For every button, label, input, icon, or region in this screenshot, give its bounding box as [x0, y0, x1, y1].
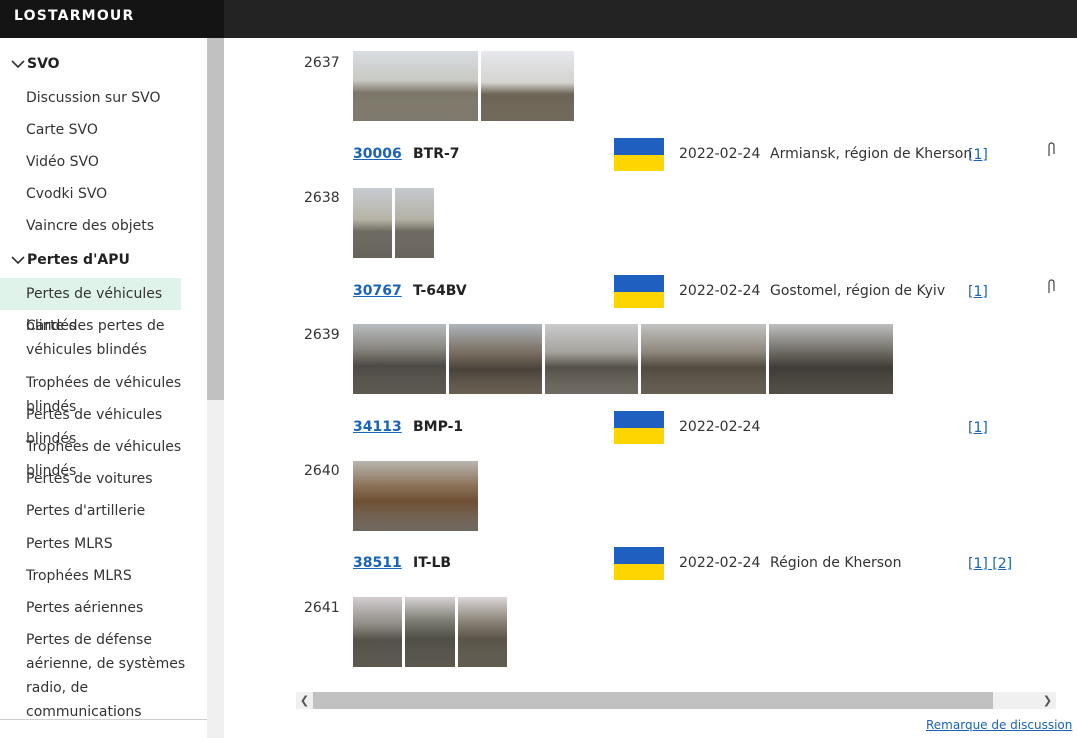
- loss-photo[interactable]: [641, 324, 766, 394]
- sidebar: SVO Discussion sur SVO Carte SVO Vidéo S…: [0, 38, 224, 738]
- loss-photo[interactable]: [481, 51, 574, 121]
- loss-location: Région de Kherson: [770, 555, 902, 571]
- vehicle-type: IT-LB: [413, 555, 452, 571]
- entry-id-link[interactable]: 34113: [353, 419, 402, 435]
- sidebar-item-air-losses[interactable]: Pertes aériennes: [26, 596, 207, 620]
- sidebar-item-svo-discussion[interactable]: Discussion sur SVO: [26, 86, 207, 110]
- chevron-down-icon: [11, 256, 25, 265]
- section-label: Pertes d'APU: [27, 252, 130, 268]
- entry-id-link[interactable]: 30767: [353, 283, 402, 299]
- row-number: 2641: [304, 600, 340, 616]
- loss-location: Armiansk, région de Kherson: [770, 146, 973, 162]
- scroll-right-icon[interactable]: ❯: [1039, 692, 1056, 709]
- loss-photo[interactable]: [405, 597, 455, 667]
- row-number: 2639: [304, 327, 340, 343]
- loss-photo[interactable]: [353, 51, 478, 121]
- vehicle-type: BMP-1: [413, 419, 464, 435]
- source-links[interactable]: [1]: [968, 420, 988, 436]
- loss-entry: 38511 IT-LB 2022-02-24 Région de Kherson…: [224, 547, 1077, 581]
- sidebar-item-armor-losses-active[interactable]: Pertes de véhicules blindés: [0, 278, 181, 334]
- loss-entry: 30006 BTR-7 2022-02-24 Armiansk, région …: [224, 138, 1077, 172]
- row-number: 2640: [304, 463, 340, 479]
- sidebar-section-svo[interactable]: SVO: [10, 56, 60, 72]
- sidebar-item-car-losses[interactable]: Pertes de voitures: [26, 467, 207, 491]
- loss-date: 2022-02-24: [679, 419, 761, 435]
- row-number: 2637: [304, 55, 340, 71]
- site-logo[interactable]: LOSTARMOUR: [14, 8, 134, 24]
- loss-photo[interactable]: [458, 597, 507, 667]
- section-label: SVO: [27, 56, 60, 72]
- sidebar-item-svo-svodki[interactable]: Cvodki SVO: [26, 182, 207, 206]
- photo-strip: [353, 461, 478, 531]
- sidebar-scrollbar-thumb[interactable]: [207, 38, 224, 400]
- entry-id-link[interactable]: 38511: [353, 555, 402, 571]
- loss-date: 2022-02-24: [679, 555, 761, 571]
- loss-photo[interactable]: [769, 324, 893, 394]
- sidebar-item-svo-video[interactable]: Vidéo SVO: [26, 150, 207, 174]
- sidebar-item-mlrs-trophies[interactable]: Trophées MLRS: [26, 564, 207, 588]
- photo-strip: [353, 597, 507, 667]
- ukraine-flag-icon: [614, 411, 664, 444]
- losses-table: 2637 30006 BTR-7 2022-02-24 Armiansk, ré…: [224, 38, 1077, 738]
- source-links[interactable]: [1] [2]: [968, 556, 1012, 572]
- loss-photo[interactable]: [545, 324, 638, 394]
- chevron-down-icon: [11, 60, 25, 69]
- vehicle-type: BTR-7: [413, 146, 460, 162]
- photo-strip: [353, 51, 574, 121]
- paperclip-icon[interactable]: [1046, 279, 1056, 299]
- loss-date: 2022-02-24: [679, 283, 761, 299]
- ukraine-flag-icon: [614, 275, 664, 308]
- scroll-left-icon[interactable]: ❮: [296, 692, 313, 709]
- photo-strip: [353, 188, 434, 258]
- sidebar-item-svo-targets[interactable]: Vaincre des objets: [26, 214, 207, 238]
- sidebar-item-armor-losses-map[interactable]: Carte des pertes de véhicules blindés: [26, 314, 207, 362]
- loss-entry: 30767 T-64BV 2022-02-24 Gostomel, région…: [224, 275, 1077, 309]
- loss-photo[interactable]: [353, 324, 446, 394]
- source-links[interactable]: [1]: [968, 284, 988, 300]
- loss-date: 2022-02-24: [679, 146, 761, 162]
- sidebar-item-air-defense-losses[interactable]: Pertes de défense aérienne, de systèmes …: [26, 628, 207, 724]
- loss-photo[interactable]: [353, 597, 402, 667]
- discussion-note-link[interactable]: Remarque de discussion: [926, 718, 1072, 732]
- ukraine-flag-icon: [614, 138, 664, 171]
- ukraine-flag-icon: [614, 547, 664, 580]
- vehicle-type: T-64BV: [413, 283, 467, 299]
- sidebar-item-mlrs-losses[interactable]: Pertes MLRS: [26, 532, 207, 556]
- photo-strip: [353, 324, 893, 394]
- horizontal-scrollbar-thumb[interactable]: [313, 692, 993, 709]
- loss-photo[interactable]: [395, 188, 434, 258]
- top-bar: LOSTARMOUR: [0, 0, 1077, 38]
- sidebar-item-svo-map[interactable]: Carte SVO: [26, 118, 207, 142]
- brand-area: LOSTARMOUR: [0, 0, 224, 38]
- row-number: 2638: [304, 190, 340, 206]
- entry-id-link[interactable]: 30006: [353, 146, 402, 162]
- sidebar-section-apu[interactable]: Pertes d'APU: [10, 252, 130, 268]
- sidebar-divider: [0, 719, 207, 720]
- loss-photo[interactable]: [449, 324, 542, 394]
- source-links[interactable]: [1]: [968, 147, 988, 163]
- loss-location: Gostomel, région de Kyiv: [770, 283, 946, 299]
- sidebar-item-artillery-losses[interactable]: Pertes d'artillerie: [26, 499, 207, 523]
- paperclip-icon[interactable]: [1046, 142, 1056, 162]
- loss-photo[interactable]: [353, 188, 392, 258]
- horizontal-scrollbar[interactable]: ❮ ❯: [296, 692, 1056, 709]
- loss-entry: 34113 BMP-1 2022-02-24 [1]: [224, 411, 1077, 445]
- loss-photo[interactable]: [353, 461, 478, 531]
